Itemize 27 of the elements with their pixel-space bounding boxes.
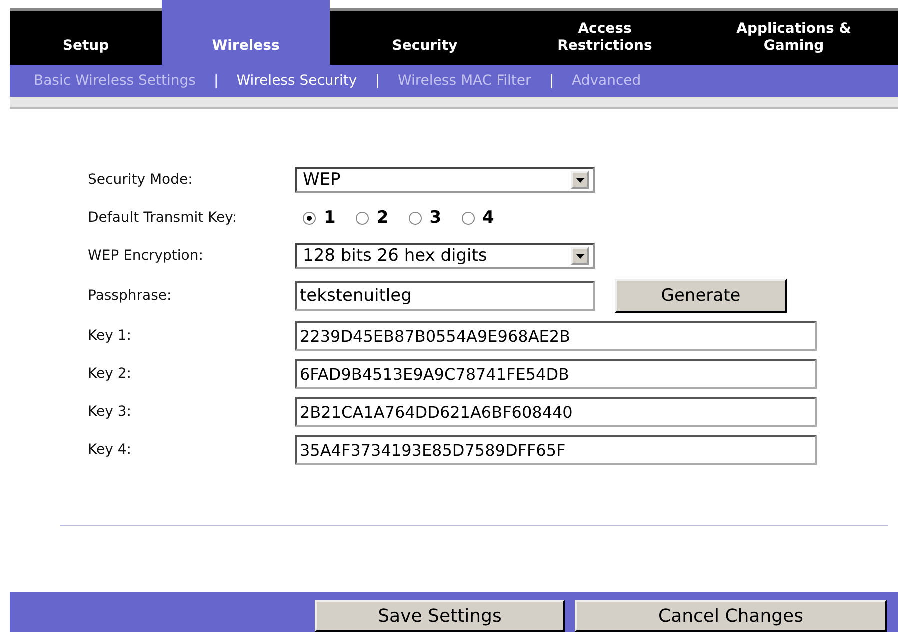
passphrase-field[interactable]: tekstenuitleg (295, 281, 595, 311)
field-label: Key 4: (88, 442, 132, 458)
field-label: Security Mode: (88, 172, 194, 188)
key-field[interactable]: 35A4F3734193E85D7589DFF65F (295, 435, 817, 465)
key-field[interactable]: 2B21CA1A764DD621A6BF608440 (295, 397, 817, 427)
action-button[interactable]: Cancel Changes (575, 600, 887, 632)
radio-option[interactable]: 3 (408, 208, 442, 228)
key-field[interactable]: 6FAD9B4513E9A9C78741FE54DB (295, 359, 817, 389)
nav-tab[interactable]: Wireless (162, 0, 330, 65)
field-label: Key 3: (88, 404, 132, 420)
radio-option[interactable]: 4 (462, 208, 494, 228)
action-button[interactable]: Save Settings (315, 600, 565, 632)
key-field[interactable]: 2239D45EB87B0554A9E968AE2B (295, 321, 817, 351)
separator: | (375, 73, 380, 89)
separator: | (214, 73, 219, 89)
separator: | (549, 73, 554, 89)
generate-button[interactable]: Generate (615, 279, 787, 313)
field-label: Default Transmit Key: (88, 210, 238, 226)
dropdown[interactable]: 128 bits 26 hex digits (295, 243, 595, 269)
radio-option[interactable]: 1 (303, 208, 336, 228)
radio-option[interactable]: 2 (356, 208, 389, 228)
subnav-link[interactable]: Wireless Security (236, 73, 358, 89)
field-label: Passphrase: (88, 288, 173, 304)
field-label: WEP Encryption: (88, 248, 204, 264)
field-label: Key 2: (88, 366, 132, 382)
field-label: Key 1: (88, 328, 132, 344)
dropdown[interactable]: WEP (295, 167, 595, 193)
